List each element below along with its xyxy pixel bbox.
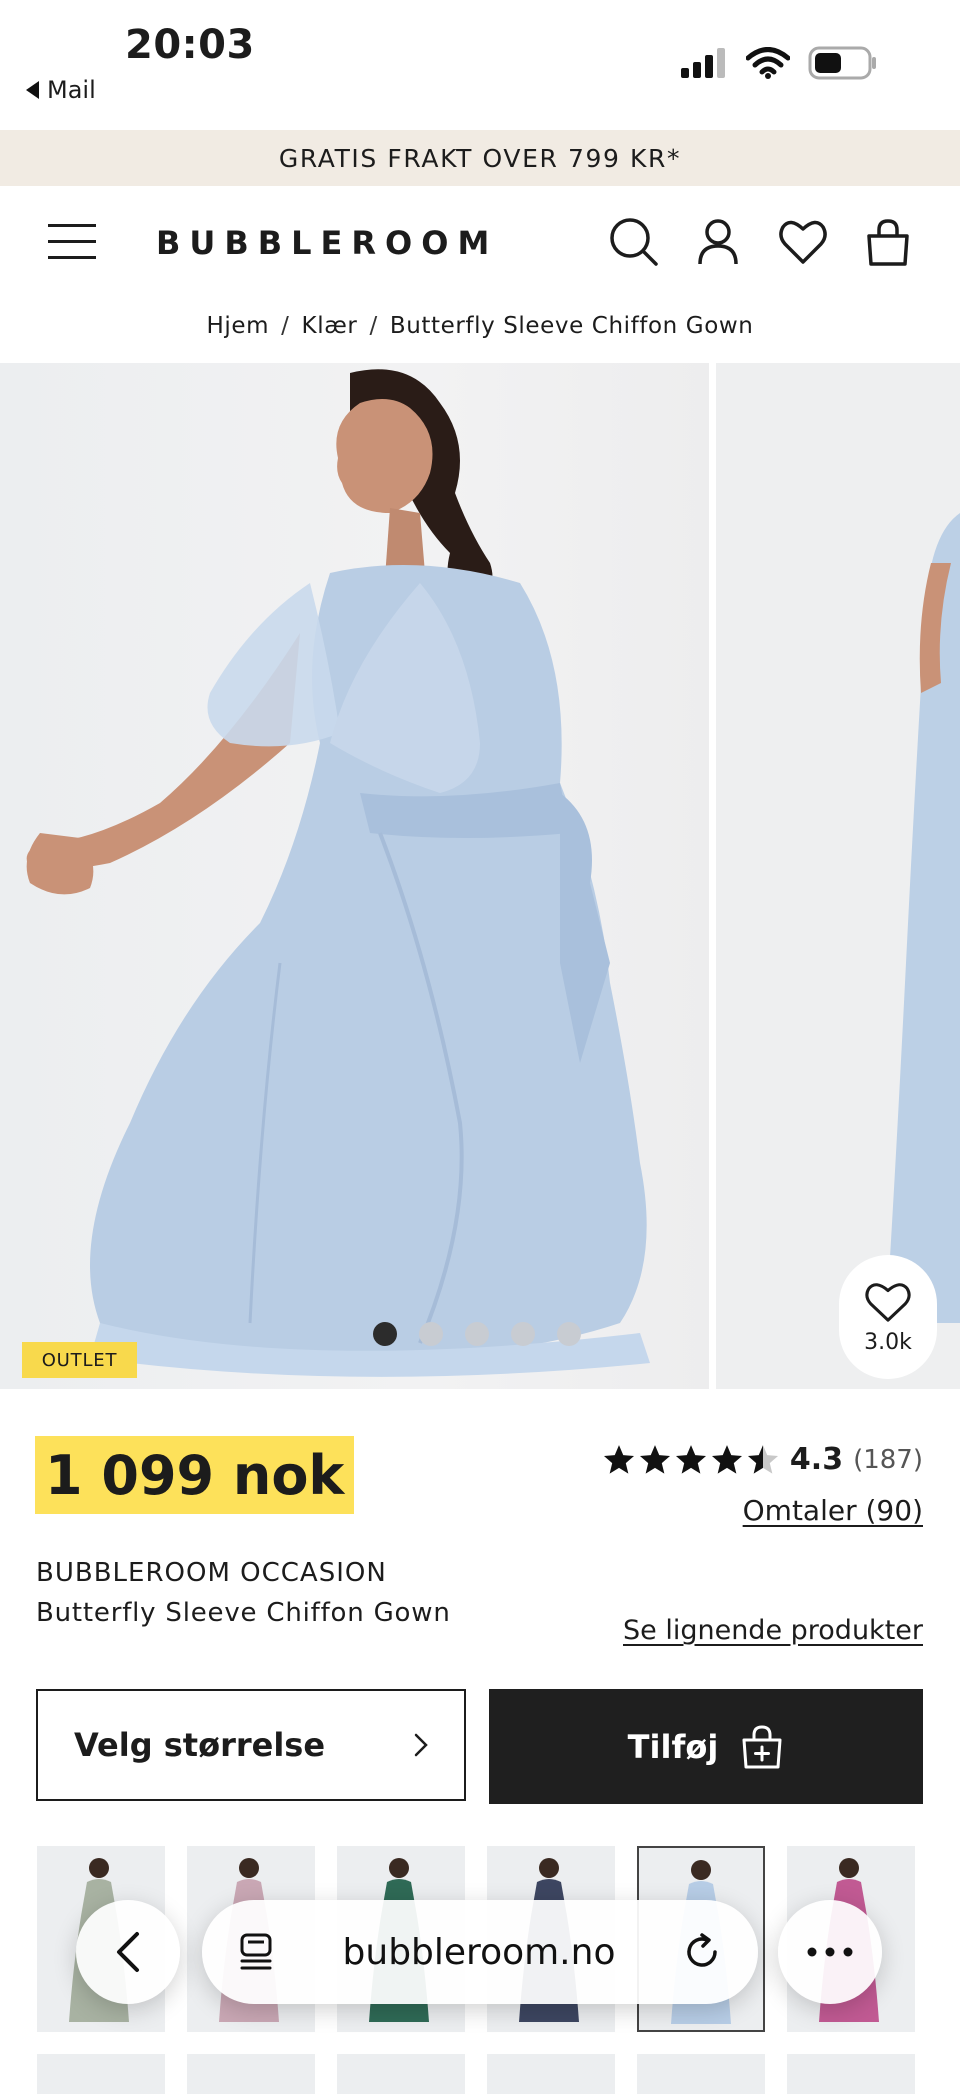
browser-address-bar[interactable]: bubbleroom.no (202, 1900, 758, 2004)
product-image[interactable]: OUTLET (0, 363, 709, 1389)
more-thumbnails-row (37, 2054, 915, 2094)
status-icons (680, 46, 878, 80)
star-icon (603, 1444, 634, 1474)
more-dots-icon (807, 1947, 853, 1957)
product-brand[interactable]: BUBBLEROOM OCCASION (36, 1558, 387, 1588)
reload-icon[interactable] (684, 1932, 722, 1972)
brand-logo[interactable]: BUBBLEROOM (156, 224, 498, 262)
status-bar: 20:03 Mail (0, 0, 960, 130)
thumbnail-partial[interactable] (487, 2054, 615, 2094)
breadcrumb: Hjem / Klær / Butterfly Sleeve Chiffon G… (0, 296, 960, 356)
wishlist-count: 3.0k (864, 1329, 912, 1355)
breadcrumb-separator: / (281, 313, 290, 339)
search-icon[interactable] (608, 216, 660, 268)
product-rating[interactable]: 4.3 (187) (602, 1442, 923, 1477)
product-price: 1 099 nok (35, 1436, 355, 1514)
hamburger-menu-icon[interactable] (48, 222, 96, 262)
breadcrumb-item-home[interactable]: Hjem (207, 313, 270, 339)
site-header: BUBBLEROOM (0, 186, 960, 296)
cellular-signal-icon (681, 48, 725, 78)
gallery-wishlist-button[interactable]: 3.0k (839, 1255, 937, 1379)
status-time: 20:03 (125, 22, 255, 68)
next-slide-dress-illustration (886, 513, 960, 1323)
rating-count: (187) (853, 1444, 923, 1475)
add-to-cart-label: Tilføj (627, 1727, 719, 1766)
battery-icon (808, 46, 876, 80)
select-size-label: Velg størrelse (74, 1726, 326, 1764)
bag-plus-icon (742, 1724, 782, 1768)
breadcrumb-item-clothes[interactable]: Klær (302, 313, 358, 339)
thumbnail-partial[interactable] (37, 2054, 165, 2094)
carousel-dot[interactable] (557, 1322, 581, 1346)
outlet-badge: OUTLET (22, 1342, 137, 1378)
thumbnail-partial[interactable] (637, 2054, 765, 2094)
star-icon (675, 1444, 706, 1474)
chevron-right-icon (414, 1733, 428, 1757)
reader-tabs-icon[interactable] (238, 1932, 274, 1972)
reviews-link[interactable]: Omtaler (90) (743, 1494, 923, 1527)
free-shipping-banner[interactable]: GRATIS FRAKT OVER 799 KR* (0, 130, 960, 186)
thumbnail-partial[interactable] (337, 2054, 465, 2094)
breadcrumb-item-current: Butterfly Sleeve Chiffon Gown (389, 313, 754, 339)
back-triangle-icon (26, 81, 39, 99)
wifi-icon (746, 47, 790, 79)
carousel-dot[interactable] (465, 1322, 489, 1346)
chevron-left-icon (117, 1932, 139, 1972)
star-icon (639, 1444, 670, 1474)
browser-url[interactable]: bubbleroom.no (343, 1932, 616, 1973)
carousel-dots (373, 1322, 581, 1346)
back-to-mail-link[interactable]: Mail (26, 76, 96, 104)
model-in-dress-illustration (26, 369, 650, 1377)
browser-more-button[interactable] (778, 1900, 882, 2004)
carousel-dot[interactable] (419, 1322, 443, 1346)
rating-stars (602, 1443, 780, 1477)
next-product-image[interactable]: 3.0k (716, 363, 960, 1389)
star-icon (711, 1444, 742, 1474)
breadcrumb-separator: / (369, 313, 378, 339)
half-star-icon (747, 1444, 778, 1474)
carousel-dot[interactable] (511, 1322, 535, 1346)
carousel-dot[interactable] (373, 1322, 397, 1346)
heart-icon (865, 1282, 911, 1322)
product-gallery[interactable]: OUTLET 3.0k (0, 363, 960, 1389)
product-name: Butterfly Sleeve Chiffon Gown (36, 1598, 451, 1628)
thumbnail-partial[interactable] (187, 2054, 315, 2094)
back-mail-label: Mail (47, 76, 96, 104)
thumbnail-partial[interactable] (787, 2054, 915, 2094)
similar-products-link[interactable]: Se lignende produkter (623, 1615, 923, 1646)
add-to-cart-button[interactable]: Tilføj (489, 1689, 923, 1804)
browser-back-button[interactable] (76, 1900, 180, 2004)
select-size-button[interactable]: Velg størrelse (36, 1689, 466, 1801)
shopping-bag-icon[interactable] (862, 216, 914, 268)
rating-value: 4.3 (789, 1442, 844, 1477)
account-icon[interactable] (692, 216, 744, 268)
wishlist-heart-icon[interactable] (777, 216, 829, 268)
